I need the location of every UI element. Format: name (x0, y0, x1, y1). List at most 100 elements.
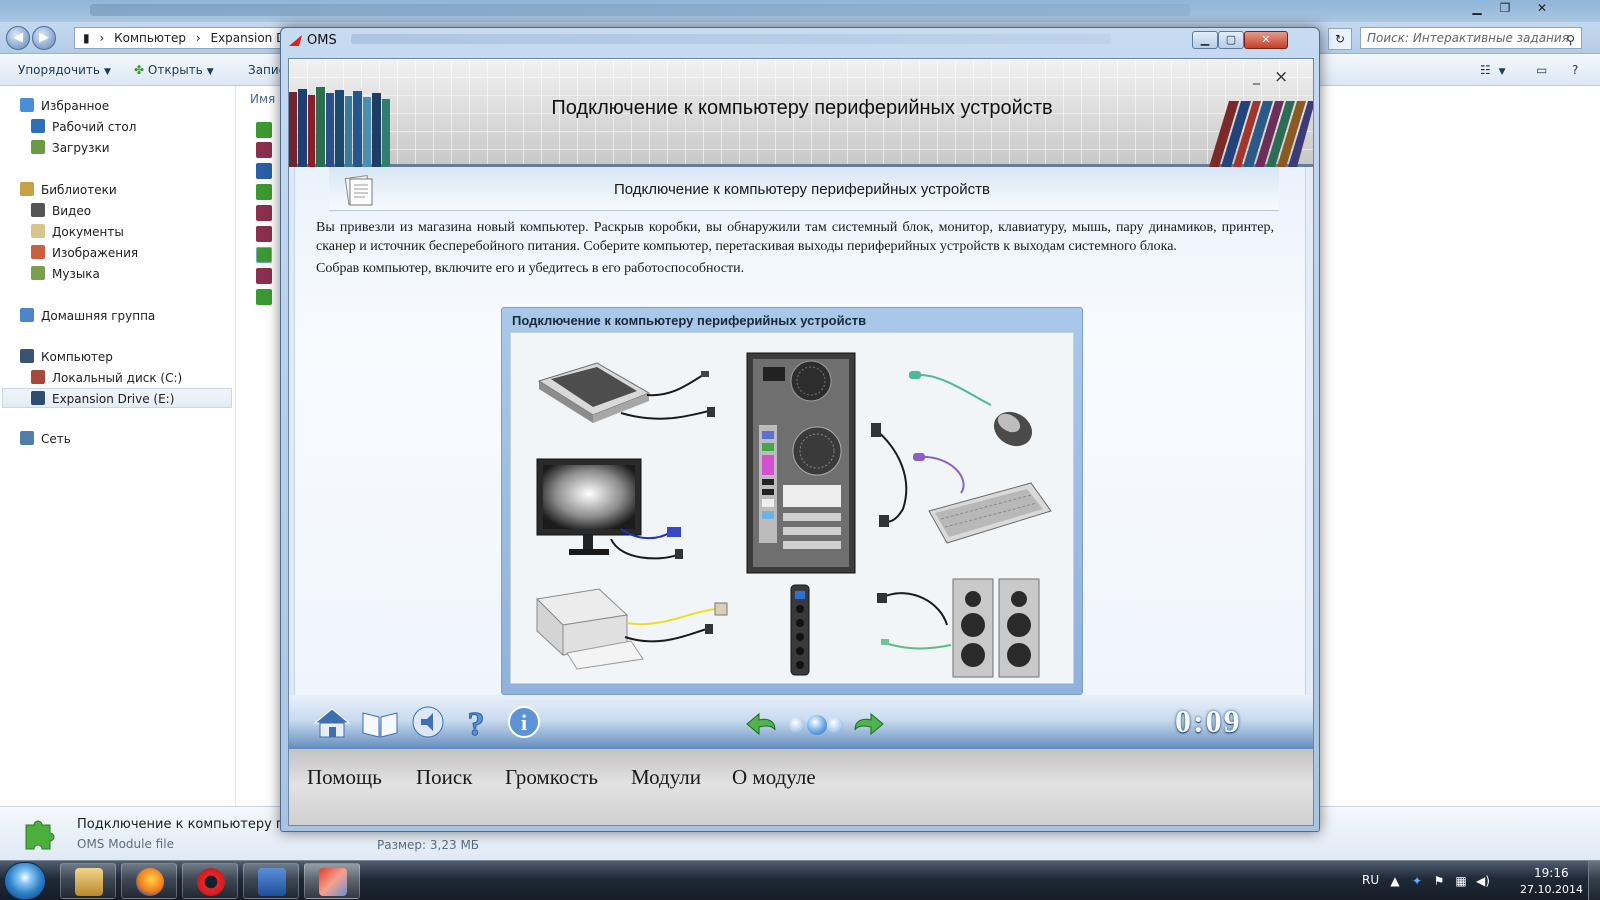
breadcrumb-drive[interactable]: Expansion Drive (210, 31, 283, 45)
action-center-icon[interactable]: ⚑ (1432, 874, 1446, 888)
printer-lpt-connector[interactable] (714, 602, 728, 616)
page-dot-2[interactable] (807, 715, 827, 735)
menu-volume[interactable]: Громкость (505, 765, 598, 790)
keyboard-ps2-connector[interactable] (913, 453, 925, 461)
help-icon[interactable]: ? (1572, 63, 1578, 77)
nav-downloads[interactable]: Загрузки (31, 138, 110, 158)
menu-help[interactable]: Помощь (307, 765, 382, 790)
banner-close-icon[interactable]: × (1274, 67, 1288, 87)
mouse-ps2-connector[interactable] (909, 371, 921, 379)
monitor-power-connector[interactable] (675, 549, 683, 559)
nav-video[interactable]: Видео (31, 201, 91, 221)
file-icon[interactable] (256, 122, 272, 138)
keyboard-device[interactable] (928, 482, 1052, 544)
monitor-vga-connector[interactable] (667, 527, 681, 537)
arrow-left-icon[interactable] (745, 710, 779, 740)
system-power-connector[interactable] (871, 423, 881, 437)
file-icon[interactable] (256, 247, 272, 263)
breadcrumb-computer[interactable]: Компьютер (114, 31, 186, 45)
size-label: Размер: (377, 838, 427, 852)
taskbar-explorer[interactable] (60, 863, 116, 899)
taskbar-opera[interactable] (182, 863, 238, 899)
bluetooth-icon[interactable]: ✦ (1410, 874, 1424, 888)
address-bar[interactable]: ▮ › Компьютер › Expansion Drive (74, 27, 284, 49)
nav-libraries[interactable]: Библиотеки (20, 180, 117, 200)
info-icon[interactable]: i (503, 701, 545, 743)
home-icon[interactable] (311, 701, 353, 743)
menu-about-module[interactable]: О модуле (732, 765, 816, 790)
book-icon[interactable] (359, 701, 401, 743)
speakers-audio-connector[interactable] (881, 639, 889, 645)
file-icon[interactable] (256, 226, 272, 242)
page-dot-1[interactable] (789, 717, 805, 733)
start-button[interactable] (4, 862, 46, 900)
file-icon[interactable] (256, 205, 272, 221)
clock-time[interactable]: 19:16 (1534, 866, 1569, 880)
printer-power-connector[interactable] (705, 624, 713, 634)
monitor-device[interactable] (536, 458, 642, 555)
forward-icon[interactable]: ▶ (32, 26, 56, 50)
explorer-close-button[interactable]: ✕ (1530, 0, 1554, 18)
nav-expansion-drive[interactable]: Expansion Drive (E:) (2, 388, 232, 408)
menu-modules[interactable]: Модули (631, 765, 701, 790)
ups-power-strip[interactable] (790, 584, 810, 676)
nav-label: Компьютер (41, 350, 113, 364)
explorer-minimize-button[interactable]: ▁ (1466, 0, 1488, 18)
view-options-icon[interactable]: ☷ ▼ (1480, 63, 1506, 77)
system-unit[interactable] (746, 352, 856, 574)
network-icon[interactable]: ▦ (1454, 874, 1468, 888)
file-icon[interactable] (256, 289, 272, 305)
close-button[interactable]: ✕ (1244, 31, 1288, 49)
speakers-power-connector[interactable] (877, 593, 887, 603)
minimize-button[interactable]: ▁ (1192, 31, 1218, 49)
banner-minimize-icon[interactable]: _ (1253, 69, 1260, 85)
monitor-power-cable (610, 538, 678, 560)
help-icon[interactable]: ? (455, 701, 497, 744)
nav-computer[interactable]: Компьютер (20, 347, 113, 367)
speakers-device[interactable] (952, 578, 1040, 678)
scanner-power-connector[interactable] (707, 407, 715, 417)
clock-date[interactable]: 27.10.2014 (1520, 883, 1583, 896)
oms-window-title: OMS (307, 33, 337, 48)
taskbar-word[interactable] (243, 863, 299, 899)
column-header-name[interactable]: Имя (250, 92, 275, 106)
mouse-device[interactable] (988, 405, 1039, 453)
language-indicator[interactable]: RU (1362, 873, 1379, 887)
speaker-icon[interactable] (407, 701, 449, 743)
nav-favorites[interactable]: Избранное (20, 96, 109, 116)
search-input[interactable]: Поиск: Интерактивные задания ⚲ (1360, 27, 1582, 49)
printer-device[interactable] (535, 588, 644, 670)
nav-images[interactable]: Изображения (31, 243, 138, 263)
maximize-button[interactable]: ▢ (1218, 31, 1244, 49)
speakers-audio-cable (884, 642, 952, 650)
assembly-scene (535, 352, 1052, 678)
arrow-right-icon[interactable] (851, 710, 885, 740)
back-icon[interactable]: ◀ (6, 26, 30, 50)
nav-documents[interactable]: Документы (31, 222, 124, 242)
nav-music[interactable]: Музыка (31, 264, 100, 284)
scanner-device[interactable] (537, 362, 651, 423)
nav-local-disk[interactable]: Локальный диск (C:) (31, 368, 182, 388)
preview-pane-icon[interactable]: ▭ (1536, 63, 1547, 77)
file-icon[interactable] (256, 142, 272, 158)
scanner-usb-connector[interactable] (701, 371, 709, 377)
show-hidden-icons-icon[interactable]: ▲ (1388, 874, 1402, 888)
system-power-plug[interactable] (879, 515, 889, 527)
page-dot-3[interactable] (827, 717, 843, 733)
nav-network[interactable]: Сеть (20, 429, 71, 449)
explorer-maximize-button[interactable]: ❐ (1494, 0, 1516, 18)
organize-button[interactable]: Упорядочить ▼ (18, 63, 111, 77)
show-desktop-button[interactable] (1588, 861, 1600, 900)
file-icon[interactable] (256, 184, 272, 200)
file-icon[interactable] (256, 163, 272, 179)
taskbar-firefox[interactable] (121, 863, 177, 899)
file-icon[interactable] (256, 268, 272, 284)
taskbar-oms[interactable] (304, 863, 360, 899)
nav-desktop[interactable]: Рабочий стол (31, 117, 136, 137)
books-icon (1209, 101, 1313, 167)
volume-icon[interactable]: ◀) (1476, 874, 1490, 888)
refresh-icon[interactable]: ↻ (1328, 28, 1352, 50)
open-button[interactable]: ✤ Открыть ▼ (134, 63, 214, 77)
menu-search[interactable]: Поиск (416, 765, 472, 790)
nav-homegroup[interactable]: Домашняя группа (20, 306, 155, 326)
